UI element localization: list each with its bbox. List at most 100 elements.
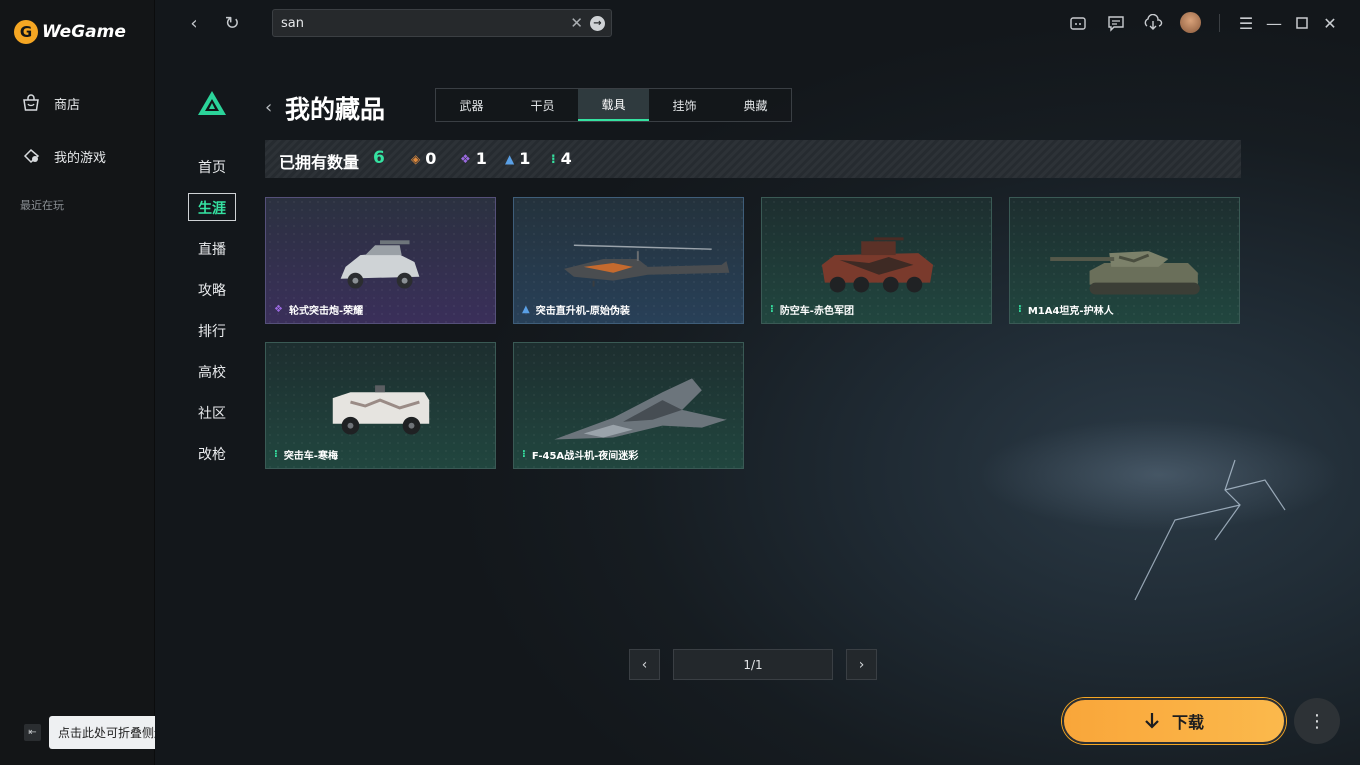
game-nav-gunsmith[interactable]: 改枪 xyxy=(188,433,236,474)
chevron-left-icon: ‹ xyxy=(641,656,648,673)
refresh-button[interactable]: ↻ xyxy=(221,12,243,34)
main-content: ‹ ↻ ✕ → ☰ — ✕ 首页 生涯 直播 攻略 排行 xyxy=(155,0,1360,765)
sidebar-item-my-games[interactable]: 我的游戏 xyxy=(20,145,106,167)
rarity-count-blue: ▲ 1 xyxy=(505,149,530,168)
page-back-button[interactable]: ‹ xyxy=(265,97,272,118)
vehicle-card-label: ⁝ F-45A战斗机-夜间迷彩 xyxy=(522,447,638,462)
green-dots-icon: ⁝ xyxy=(274,449,278,460)
chevron-right-icon: › xyxy=(858,656,865,673)
blue-triangle-icon: ▲ xyxy=(505,151,515,166)
download-label: 下载 xyxy=(1171,713,1204,732)
vehicle-card-label: ▲ 突击直升机-原始伪装 xyxy=(522,302,630,317)
wegame-logo-icon: G xyxy=(14,20,38,44)
game-nav-ranking[interactable]: 排行 xyxy=(188,310,236,351)
tab-operators[interactable]: 干员 xyxy=(507,89,578,121)
refresh-icon: ↻ xyxy=(224,12,240,34)
close-icon[interactable]: ✕ xyxy=(1320,13,1340,33)
rarity-count-value: 1 xyxy=(519,149,531,168)
game-nav-career[interactable]: 生涯 xyxy=(188,187,236,228)
rarity-count-value: 1 xyxy=(475,149,487,168)
message-icon[interactable] xyxy=(1106,13,1126,33)
vehicle-card-label: ⁝ M1A4坦克-护林人 xyxy=(1018,302,1114,317)
tab-charms[interactable]: 挂饰 xyxy=(649,89,720,121)
purple-diamond-icon: ❖ xyxy=(460,151,471,166)
green-dots-icon: ⁝ xyxy=(551,151,556,166)
top-bar: ‹ ↻ ✕ → ☰ — ✕ xyxy=(155,0,1360,46)
game-nav: 首页 生涯 直播 攻略 排行 高校 社区 改枪 xyxy=(188,146,236,474)
purple-diamond-icon: ❖ xyxy=(274,304,283,315)
download-arrow-icon xyxy=(1145,713,1159,729)
vehicle-card[interactable]: ▲ 突击直升机-原始伪装 xyxy=(513,197,744,324)
blue-triangle-icon: ▲ xyxy=(522,304,530,315)
recent-played-label: 最近在玩 xyxy=(20,199,64,212)
vehicle-name: 突击直升机-原始伪装 xyxy=(535,306,630,317)
maximize-icon[interactable] xyxy=(1292,13,1312,33)
vehicle-name: F-45A战斗机-夜间迷彩 xyxy=(531,451,639,462)
rarity-count-purple: ❖ 1 xyxy=(460,149,487,168)
vehicle-card[interactable]: ❖ 轮式突击炮-荣耀 xyxy=(265,197,496,324)
download-manager-icon[interactable] xyxy=(1143,13,1163,33)
tab-vehicles[interactable]: 载具 xyxy=(578,89,649,121)
store-icon xyxy=(23,94,39,111)
next-page-button[interactable]: › xyxy=(846,649,877,680)
wegame-logo[interactable]: G WeGame xyxy=(14,20,126,44)
rarity-count-green: ⁝ 4 xyxy=(551,149,572,168)
vehicle-name: M1A4坦克-护林人 xyxy=(1027,306,1114,317)
chevron-left-icon: ‹ xyxy=(190,12,198,34)
tab-weapons[interactable]: 武器 xyxy=(436,89,507,121)
collection-tabs: 武器 干员 载具 挂饰 典藏 xyxy=(435,88,792,122)
vehicle-card-label: ⁝ 突击车-寒梅 xyxy=(274,447,338,462)
tab-collection[interactable]: 典藏 xyxy=(720,89,791,121)
left-sidebar: G WeGame 商店 我的游戏 最近在玩 ⇤ 点击此处可折叠侧边栏 xyxy=(0,0,188,765)
game-nav-home[interactable]: 首页 xyxy=(188,146,236,187)
more-vertical-icon: ⋮ xyxy=(1308,710,1326,732)
chevron-left-icon: ‹ xyxy=(265,97,273,118)
vehicle-card[interactable]: ⁝ 防空车-赤色军团 xyxy=(761,197,992,324)
robot-icon[interactable] xyxy=(1068,13,1088,33)
clear-search-icon[interactable]: ✕ xyxy=(570,14,583,32)
game-nav-college[interactable]: 高校 xyxy=(188,351,236,392)
green-dots-icon: ⁝ xyxy=(1018,304,1022,315)
page-title: 我的藏品 xyxy=(285,95,386,124)
menu-icon[interactable]: ☰ xyxy=(1236,13,1256,33)
my-games-icon xyxy=(23,148,40,164)
collapse-icon: ⇤ xyxy=(28,727,37,738)
green-dots-icon: ⁝ xyxy=(522,449,526,460)
owned-count-label: 已拥有数量 xyxy=(279,153,360,172)
game-logo-icon[interactable] xyxy=(197,90,227,120)
owned-count-total: 6 xyxy=(373,148,385,168)
vehicle-card[interactable]: ⁝ 突击车-寒梅 xyxy=(265,342,496,469)
avatar[interactable] xyxy=(1180,12,1201,33)
vehicle-name: 突击车-寒梅 xyxy=(283,451,338,462)
more-options-button[interactable]: ⋮ xyxy=(1294,698,1340,744)
sidebar-item-store[interactable]: 商店 xyxy=(20,92,80,114)
toolbar-divider xyxy=(1219,14,1220,32)
sidebar-item-label: 我的游戏 xyxy=(54,150,107,166)
game-nav-live[interactable]: 直播 xyxy=(188,228,236,269)
search-go-icon[interactable]: → xyxy=(590,16,605,31)
search-input[interactable] xyxy=(281,14,551,32)
vehicle-name: 轮式突击炮-荣耀 xyxy=(288,306,364,317)
vehicle-card[interactable]: ⁝ F-45A战斗机-夜间迷彩 xyxy=(513,342,744,469)
rarity-count-orange: ◈ 0 xyxy=(411,149,436,168)
page-indicator: 1/1 xyxy=(673,649,833,680)
green-dots-icon: ⁝ xyxy=(770,304,774,315)
orange-diamond-icon: ◈ xyxy=(411,151,421,166)
download-button[interactable]: 下载 xyxy=(1062,698,1286,744)
sidebar-item-label: 商店 xyxy=(54,97,81,113)
rarity-count-value: 0 xyxy=(425,149,437,168)
rarity-count-value: 4 xyxy=(560,149,572,168)
collapse-sidebar-button[interactable]: ⇤ xyxy=(24,724,41,741)
prev-page-button[interactable]: ‹ xyxy=(629,649,660,680)
minimize-icon[interactable]: — xyxy=(1264,13,1284,33)
vehicle-card-label: ⁝ 防空车-赤色军团 xyxy=(770,302,854,317)
back-button[interactable]: ‹ xyxy=(183,12,205,34)
search-box: ✕ → xyxy=(272,9,612,37)
lightning-decoration xyxy=(1134,459,1286,601)
game-nav-guides[interactable]: 攻略 xyxy=(188,269,236,310)
vehicle-card-label: ❖ 轮式突击炮-荣耀 xyxy=(274,302,363,317)
app-name: WeGame xyxy=(42,22,126,42)
vehicle-card[interactable]: ⁝ M1A4坦克-护林人 xyxy=(1009,197,1240,324)
game-nav-community[interactable]: 社区 xyxy=(188,392,236,433)
owned-count-bar: 已拥有数量 6 ◈ 0 ❖ 1 ▲ 1 ⁝ 4 xyxy=(265,140,1241,178)
